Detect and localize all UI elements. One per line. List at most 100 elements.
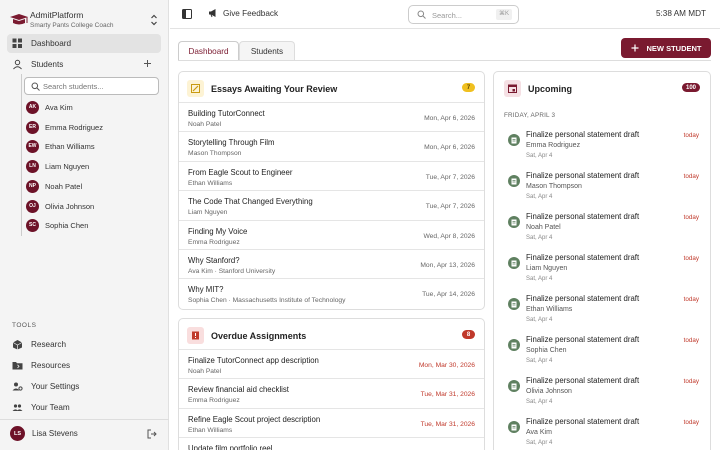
nav-dashboard-label: Dashboard bbox=[31, 39, 72, 48]
essay-row[interactable]: From Eagle Scout to Engineer Ethan Willia… bbox=[179, 160, 484, 190]
essay-title: Finding My Voice bbox=[188, 226, 248, 236]
overdue-row[interactable]: Update film portfolio reel bbox=[179, 437, 484, 450]
essays-title: Essays Awaiting Your Review bbox=[211, 83, 338, 94]
student-search-input[interactable] bbox=[43, 80, 153, 93]
tools-heading: TOOLS bbox=[12, 322, 37, 329]
shortcut-hint: ⌘K bbox=[495, 9, 512, 20]
assignment-title: Finalize TutorConnect app description bbox=[188, 356, 319, 365]
essay-title: Why MIT? bbox=[188, 285, 224, 295]
essay-date: Tue, Apr 7, 2026 bbox=[425, 173, 475, 181]
upcoming-count-badge: 100 bbox=[681, 83, 700, 92]
nav-students-label: Students bbox=[31, 60, 64, 69]
task-icon bbox=[508, 339, 520, 351]
nav-resources[interactable]: Resources bbox=[7, 356, 161, 375]
search-icon bbox=[417, 10, 426, 19]
tab-divider bbox=[178, 60, 711, 61]
task-icon bbox=[508, 257, 520, 269]
upcoming-student: Liam Nguyen bbox=[526, 265, 568, 272]
upcoming-item[interactable]: Finalize personal statement draft Noah Pa… bbox=[494, 211, 710, 252]
upcoming-card: Upcoming 100 FRIDAY, APRIL 3 Finalize pe… bbox=[493, 71, 711, 450]
assignment-due-date: Tue, Mar 31, 2026 bbox=[420, 420, 475, 428]
upcoming-item[interactable]: Finalize personal statement draft Mason T… bbox=[494, 170, 710, 211]
student-name: Ethan Williams bbox=[45, 141, 95, 151]
upcoming-item[interactable]: Finalize personal statement draft Ava Kim… bbox=[494, 416, 710, 450]
sidebar-student[interactable]: EW Ethan Williams bbox=[26, 138, 156, 154]
essay-student: Ava Kim · Stanford University bbox=[188, 267, 276, 275]
tab-dashboard[interactable]: Dashboard bbox=[178, 41, 239, 61]
avatar: LN bbox=[26, 159, 39, 173]
essay-row[interactable]: The Code That Changed Everything Liam Ngu… bbox=[179, 190, 484, 219]
student-search[interactable] bbox=[24, 77, 159, 95]
sidebar-student[interactable]: OJ Olivia Johnson bbox=[26, 198, 156, 214]
user-profile[interactable]: LS Lisa Stevens bbox=[0, 419, 169, 450]
upcoming-when: today bbox=[683, 173, 699, 180]
essay-row[interactable]: Storytelling Through Film Mason Thompson M… bbox=[179, 131, 484, 160]
essay-row[interactable]: Finding My Voice Emma Rodriguez Wed, Apr 8… bbox=[179, 219, 484, 249]
essay-student: Liam Nguyen bbox=[188, 209, 228, 217]
new-student-button[interactable]: NEW STUDENT bbox=[621, 38, 711, 58]
essay-title: Building TutorConnect bbox=[188, 109, 265, 118]
upcoming-due: Sat, Apr 4 bbox=[526, 358, 553, 364]
essay-icon bbox=[187, 80, 204, 97]
upcoming-title: Finalize personal statement draft bbox=[526, 253, 640, 262]
user-avatar: LS bbox=[10, 426, 25, 441]
task-icon bbox=[508, 216, 520, 228]
logout-icon[interactable] bbox=[147, 429, 157, 439]
assignment-title: Refine Eagle Scout project description bbox=[188, 414, 321, 424]
essay-row[interactable]: Why MIT? Sophia Chen · Massachusetts Inst… bbox=[179, 278, 484, 307]
give-feedback-button[interactable]: Give Feedback bbox=[208, 8, 278, 18]
tab-students[interactable]: Students bbox=[239, 41, 295, 61]
nav-dashboard[interactable]: Dashboard bbox=[7, 34, 161, 53]
org-name: Smarty Pants College Coach bbox=[30, 22, 114, 29]
overdue-row[interactable]: Refine Eagle Scout project description Et… bbox=[179, 407, 484, 437]
nav-team-label: Your Team bbox=[31, 403, 70, 412]
upcoming-student: Emma Rodriguez bbox=[526, 142, 581, 149]
essay-row[interactable]: Building TutorConnect Noah Patel Mon, Apr … bbox=[179, 102, 484, 131]
essay-row[interactable]: Why Stanford? Ava Kim · Stanford Universi… bbox=[179, 248, 484, 278]
global-search[interactable]: Search... ⌘K bbox=[408, 5, 519, 24]
overdue-row[interactable]: Finalize TutorConnect app description Noa… bbox=[179, 349, 484, 378]
nav-settings[interactable]: Your Settings bbox=[7, 377, 161, 396]
sidebar-student[interactable]: ER Emma Rodriguez bbox=[26, 119, 156, 135]
task-icon bbox=[508, 134, 520, 146]
add-student-icon[interactable] bbox=[142, 58, 153, 69]
upcoming-when: today bbox=[683, 419, 699, 426]
upcoming-title: Upcoming bbox=[528, 83, 572, 94]
chevron-updown-icon bbox=[151, 14, 157, 26]
overdue-row[interactable]: Review financial aid checklist Emma Rodri… bbox=[179, 378, 484, 407]
alert-icon bbox=[187, 327, 204, 344]
calendar-icon bbox=[504, 80, 521, 97]
sidebar-student[interactable]: SC Sophia Chen bbox=[26, 217, 156, 233]
avatar: OJ bbox=[26, 199, 39, 213]
global-search-placeholder: Search... bbox=[432, 11, 463, 20]
upcoming-item[interactable]: Finalize personal statement draft Olivia … bbox=[494, 375, 710, 416]
nav-research[interactable]: Research bbox=[7, 335, 161, 354]
upcoming-item[interactable]: Finalize personal statement draft Emma Ro… bbox=[494, 129, 710, 170]
task-icon bbox=[508, 298, 520, 310]
sidebar-toggle-icon[interactable] bbox=[182, 9, 192, 19]
essays-count-badge: 7 bbox=[462, 83, 475, 92]
student-name: Ava Kim bbox=[45, 102, 73, 112]
sidebar-student[interactable]: LN Liam Nguyen bbox=[26, 158, 156, 174]
org-switcher[interactable]: AdmitPlatform Smarty Pants College Coach bbox=[6, 7, 162, 33]
sidebar-student[interactable]: NP Noah Patel bbox=[26, 178, 156, 194]
task-icon bbox=[508, 421, 520, 433]
student-name: Olivia Johnson bbox=[45, 201, 95, 211]
upcoming-item[interactable]: Finalize personal statement draft Liam Ng… bbox=[494, 252, 710, 293]
upcoming-when: today bbox=[683, 132, 699, 139]
overdue-title: Overdue Assignments bbox=[211, 330, 307, 341]
upcoming-item[interactable]: Finalize personal statement draft Sophia … bbox=[494, 334, 710, 375]
overdue-card: Overdue Assignments 8 Finalize TutorConn… bbox=[178, 318, 485, 450]
essay-student: Ethan Williams bbox=[188, 179, 233, 187]
nav-students[interactable]: Students bbox=[7, 55, 161, 74]
sidebar: AdmitPlatform Smarty Pants College Coach… bbox=[0, 0, 169, 450]
upcoming-item[interactable]: Finalize personal statement draft Ethan W… bbox=[494, 293, 710, 334]
upcoming-title: Finalize personal statement draft bbox=[526, 171, 640, 180]
nav-team[interactable]: Your Team bbox=[7, 398, 161, 417]
task-icon bbox=[508, 380, 520, 392]
user-name: Lisa Stevens bbox=[32, 429, 78, 438]
upcoming-due: Sat, Apr 4 bbox=[526, 194, 553, 200]
sidebar-student[interactable]: AK Ava Kim bbox=[26, 99, 156, 115]
upcoming-student: Ava Kim bbox=[526, 429, 552, 436]
new-student-label: NEW STUDENT bbox=[646, 43, 702, 53]
